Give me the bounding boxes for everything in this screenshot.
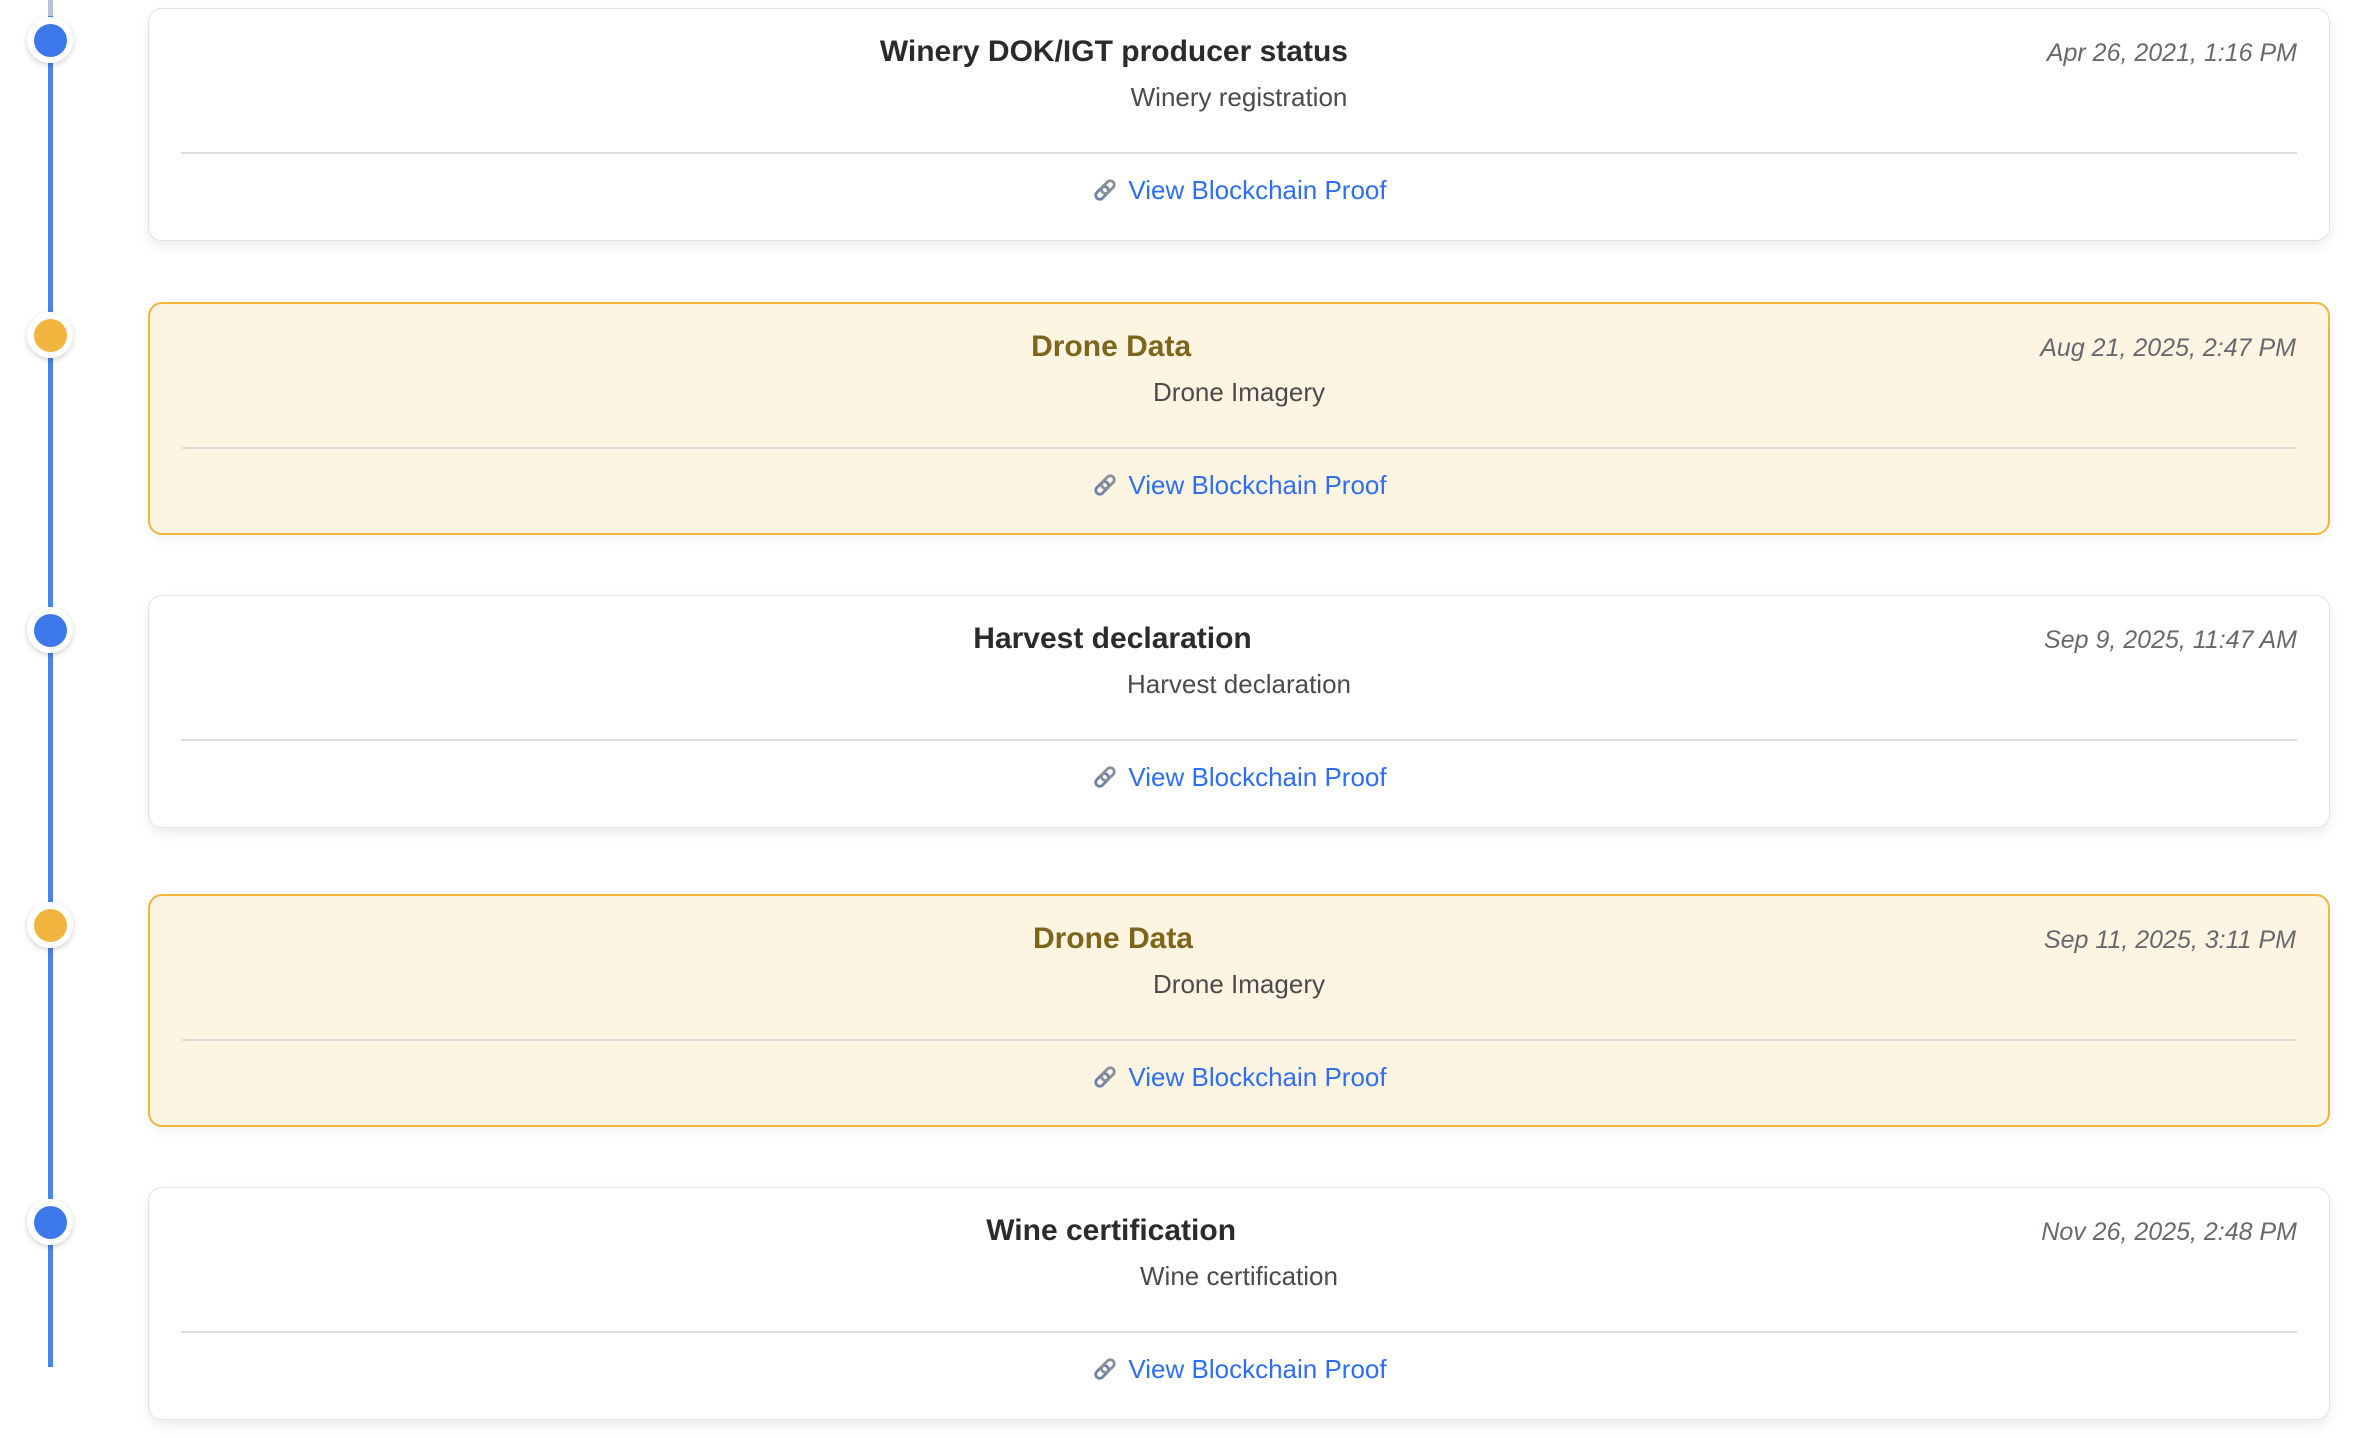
card-divider bbox=[181, 739, 2297, 741]
card-title: Drone Data bbox=[1031, 330, 1191, 363]
timeline-dot-harvest bbox=[27, 607, 73, 653]
timeline-card-highlighted: Drone Data Sep 11, 2025, 3:11 PM Drone I… bbox=[148, 894, 2330, 1127]
link-row: View Blockchain Proof bbox=[182, 467, 2296, 504]
timeline-dot-registration bbox=[27, 17, 73, 63]
chain-link-icon bbox=[1091, 176, 1119, 204]
link-label: View Blockchain Proof bbox=[1128, 759, 1386, 795]
card-header: Wine certification Nov 26, 2025, 2:48 PM bbox=[181, 1212, 2297, 1251]
card-timestamp: Aug 21, 2025, 2:47 PM bbox=[2040, 329, 2296, 367]
timeline-dot-drone-1 bbox=[27, 312, 73, 358]
blockchain-event-timeline: Winery DOK/IGT producer status Apr 26, 2… bbox=[0, 0, 2356, 1438]
card-title: Drone Data bbox=[1033, 922, 1193, 955]
view-blockchain-proof-link[interactable]: View Blockchain Proof bbox=[1091, 467, 1386, 503]
timeline-line bbox=[48, 0, 53, 1367]
card-subtitle: Harvest declaration bbox=[181, 667, 2297, 701]
card-timestamp: Sep 11, 2025, 3:11 PM bbox=[2044, 921, 2296, 959]
card-divider bbox=[181, 1331, 2297, 1333]
link-row: View Blockchain Proof bbox=[181, 172, 2297, 209]
card-title: Winery DOK/IGT producer status bbox=[880, 35, 1348, 68]
chain-link-icon bbox=[1091, 763, 1119, 791]
view-blockchain-proof-link[interactable]: View Blockchain Proof bbox=[1091, 1351, 1386, 1387]
card-header: Winery DOK/IGT producer status Apr 26, 2… bbox=[181, 33, 2297, 72]
view-blockchain-proof-link[interactable]: View Blockchain Proof bbox=[1091, 759, 1386, 795]
card-title: Wine certification bbox=[986, 1214, 1236, 1247]
card-title: Harvest declaration bbox=[973, 622, 1251, 655]
view-blockchain-proof-link[interactable]: View Blockchain Proof bbox=[1091, 172, 1386, 208]
timeline-line-faded-top bbox=[48, 0, 53, 16]
timeline-dot-drone-2 bbox=[27, 902, 73, 948]
link-label: View Blockchain Proof bbox=[1128, 1059, 1386, 1095]
card-subtitle: Drone Imagery bbox=[182, 375, 2296, 409]
timeline-card: Winery DOK/IGT producer status Apr 26, 2… bbox=[148, 8, 2330, 241]
card-timestamp: Nov 26, 2025, 2:48 PM bbox=[2041, 1213, 2297, 1251]
card-subtitle: Winery registration bbox=[181, 80, 2297, 114]
link-row: View Blockchain Proof bbox=[181, 759, 2297, 796]
card-divider bbox=[182, 447, 2296, 449]
card-divider bbox=[181, 152, 2297, 154]
card-subtitle: Wine certification bbox=[181, 1259, 2297, 1293]
chain-link-icon bbox=[1091, 1063, 1119, 1091]
timeline-card: Wine certification Nov 26, 2025, 2:48 PM… bbox=[148, 1187, 2330, 1420]
card-timestamp: Sep 9, 2025, 11:47 AM bbox=[2044, 621, 2297, 659]
chain-link-icon bbox=[1091, 471, 1119, 499]
link-row: View Blockchain Proof bbox=[181, 1351, 2297, 1388]
card-header: Drone Data Aug 21, 2025, 2:47 PM bbox=[182, 328, 2296, 367]
timeline-card-highlighted: Drone Data Aug 21, 2025, 2:47 PM Drone I… bbox=[148, 302, 2330, 535]
card-divider bbox=[182, 1039, 2296, 1041]
link-row: View Blockchain Proof bbox=[182, 1059, 2296, 1096]
card-header: Harvest declaration Sep 9, 2025, 11:47 A… bbox=[181, 620, 2297, 659]
timeline-card: Harvest declaration Sep 9, 2025, 11:47 A… bbox=[148, 595, 2330, 828]
view-blockchain-proof-link[interactable]: View Blockchain Proof bbox=[1091, 1059, 1386, 1095]
link-label: View Blockchain Proof bbox=[1128, 172, 1386, 208]
timeline-dot-certification bbox=[27, 1199, 73, 1245]
link-label: View Blockchain Proof bbox=[1128, 1351, 1386, 1387]
card-timestamp: Apr 26, 2021, 1:16 PM bbox=[2047, 34, 2297, 72]
card-header: Drone Data Sep 11, 2025, 3:11 PM bbox=[182, 920, 2296, 959]
link-label: View Blockchain Proof bbox=[1128, 467, 1386, 503]
card-subtitle: Drone Imagery bbox=[182, 967, 2296, 1001]
chain-link-icon bbox=[1091, 1355, 1119, 1383]
